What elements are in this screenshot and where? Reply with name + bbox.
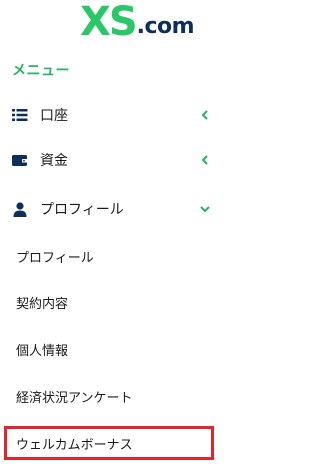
sub-item-personal-info[interactable]: 個人情報 bbox=[0, 329, 220, 369]
sub-item-profile[interactable]: プロフィール bbox=[0, 236, 220, 276]
highlight-box bbox=[4, 426, 214, 460]
menu-item-funds-label: 資金 bbox=[40, 153, 68, 169]
menu-item-profile[interactable]: プロフィール bbox=[0, 189, 220, 229]
logo-wordmark: XS .com bbox=[80, 0, 195, 45]
logo-com-text: .com bbox=[136, 14, 195, 39]
sub-item-label: 個人情報 bbox=[16, 343, 69, 359]
sub-item-label: プロフィール bbox=[16, 250, 94, 266]
menu-item-account-label: 口座 bbox=[40, 108, 68, 124]
user-icon bbox=[12, 201, 28, 217]
logo-xs-text: XS bbox=[80, 0, 138, 45]
chevron-left-icon bbox=[200, 155, 210, 165]
wallet-icon bbox=[12, 152, 28, 168]
sub-item-contract[interactable]: 契約内容 bbox=[0, 282, 220, 322]
list-icon bbox=[12, 107, 28, 123]
xs-logo[interactable]: XS .com bbox=[0, 0, 220, 48]
menu-item-profile-label: プロフィール bbox=[40, 202, 124, 218]
chevron-down-icon bbox=[200, 204, 210, 214]
chevron-left-icon bbox=[200, 110, 210, 120]
menu-section-title: メニュー bbox=[12, 63, 70, 79]
menu-item-account[interactable]: 口座 bbox=[0, 95, 220, 135]
sub-item-label: 経済状況アンケート bbox=[16, 390, 133, 406]
menu-item-funds[interactable]: 資金 bbox=[0, 140, 220, 180]
sub-item-financial-survey[interactable]: 経済状況アンケート bbox=[0, 376, 220, 416]
sub-item-label: 契約内容 bbox=[16, 296, 69, 312]
